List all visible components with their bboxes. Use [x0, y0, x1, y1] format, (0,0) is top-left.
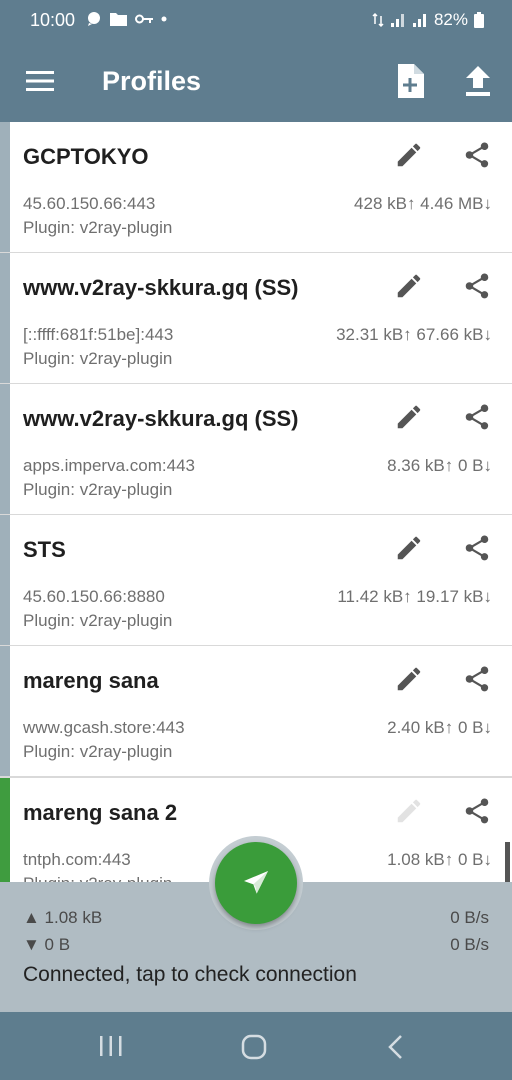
battery-icon [474, 12, 484, 28]
edit-icon[interactable] [394, 533, 424, 563]
profile-traffic: 32.31 kB↑ 67.66 kB↓ [336, 325, 492, 344]
profile-card[interactable]: STS 45.60.150.66:8880 Plugin: v2ray-plug… [0, 515, 512, 645]
profile-name: www.v2ray-skkura.gq (SS) [23, 406, 299, 431]
profile-plugin: Plugin: v2ray-plugin [23, 218, 173, 237]
download-rate: 0 B/s [450, 935, 489, 954]
connection-status-text[interactable]: Connected, tap to check connection [23, 963, 357, 987]
profile-name: mareng sana 2 [23, 800, 178, 825]
back-icon[interactable] [386, 1034, 406, 1060]
add-profile-icon[interactable] [396, 64, 424, 98]
profile-card[interactable]: www.v2ray-skkura.gq (SS) apps.imperva.co… [0, 384, 512, 514]
upload-total: ▲ 1.08 kB [23, 908, 103, 927]
menu-icon[interactable] [26, 70, 54, 92]
system-nav-bar [0, 1012, 512, 1080]
profile-traffic: 428 kB↑ 4.46 MB↓ [354, 194, 492, 213]
share-icon[interactable] [462, 402, 492, 432]
profile-name: GCPTOKYO [23, 144, 149, 169]
dot-icon [161, 16, 167, 22]
status-time: 10:00 [30, 10, 76, 30]
key-icon [135, 14, 153, 24]
battery-percent: 82% [433, 10, 468, 29]
status-bar: 10:00 82% [0, 0, 512, 42]
download-total: ▼ 0 B [23, 935, 71, 954]
profile-card[interactable]: mareng sana www.gcash.store:443 Plugin: … [0, 646, 512, 776]
share-icon[interactable] [462, 271, 492, 301]
profile-name: STS [23, 537, 66, 562]
profile-traffic: 8.36 kB↑ 0 B↓ [387, 456, 492, 475]
profile-traffic: 2.40 kB↑ 0 B↓ [387, 718, 492, 737]
import-icon[interactable] [465, 66, 491, 96]
share-icon[interactable] [462, 664, 492, 694]
upload-rate: 0 B/s [450, 908, 489, 927]
data-icon [372, 12, 384, 28]
signal-icon [412, 14, 426, 27]
edit-icon[interactable] [394, 402, 424, 432]
folder-icon [110, 13, 127, 26]
profile-plugin: Plugin: v2ray-plugin [23, 349, 173, 368]
paper-plane-icon [244, 871, 268, 894]
profile-name: www.v2ray-skkura.gq (SS) [23, 275, 299, 300]
profile-address: tntph.com:443 [23, 850, 131, 869]
edit-icon[interactable] [394, 140, 424, 170]
profile-plugin: Plugin: v2ray-plugin [23, 742, 173, 761]
page-title: Profiles [102, 66, 202, 96]
profile-address: apps.imperva.com:443 [23, 456, 195, 475]
chat-icon [88, 12, 100, 26]
signal-icon [390, 14, 404, 27]
edit-icon [397, 799, 421, 823]
edit-icon[interactable] [394, 664, 424, 694]
connect-toggle-button[interactable] [215, 842, 297, 924]
profile-plugin: Plugin: v2ray-plugin [23, 611, 173, 630]
profile-address: [::ffff:681f:51be]:443 [23, 325, 174, 344]
scrollbar-thumb[interactable] [505, 842, 510, 882]
share-icon[interactable] [462, 140, 492, 170]
edit-icon[interactable] [394, 271, 424, 301]
profile-traffic: 1.08 kB↑ 0 B↓ [387, 850, 492, 869]
share-icon[interactable] [462, 533, 492, 563]
profile-name: mareng sana [23, 668, 159, 693]
profile-card[interactable]: www.v2ray-skkura.gq (SS) [::ffff:681f:51… [0, 253, 512, 383]
profile-card[interactable]: GCPTOKYO 45.60.150.66:443 Plugin: v2ray-… [0, 122, 512, 252]
profile-address: www.gcash.store:443 [23, 718, 185, 737]
app-bar: Profiles [0, 42, 512, 122]
profile-list[interactable]: GCPTOKYO 45.60.150.66:443 Plugin: v2ray-… [0, 122, 512, 882]
share-icon[interactable] [462, 796, 492, 826]
profile-traffic: 11.42 kB↑ 19.17 kB↓ [337, 587, 492, 606]
recent-apps-icon[interactable] [98, 1034, 124, 1058]
profile-plugin: Plugin: v2ray-plugin [23, 874, 172, 882]
profile-address: 45.60.150.66:8880 [23, 587, 165, 606]
profile-plugin: Plugin: v2ray-plugin [23, 480, 173, 499]
profile-address: 45.60.150.66:443 [23, 194, 156, 213]
home-icon[interactable] [240, 1034, 268, 1060]
